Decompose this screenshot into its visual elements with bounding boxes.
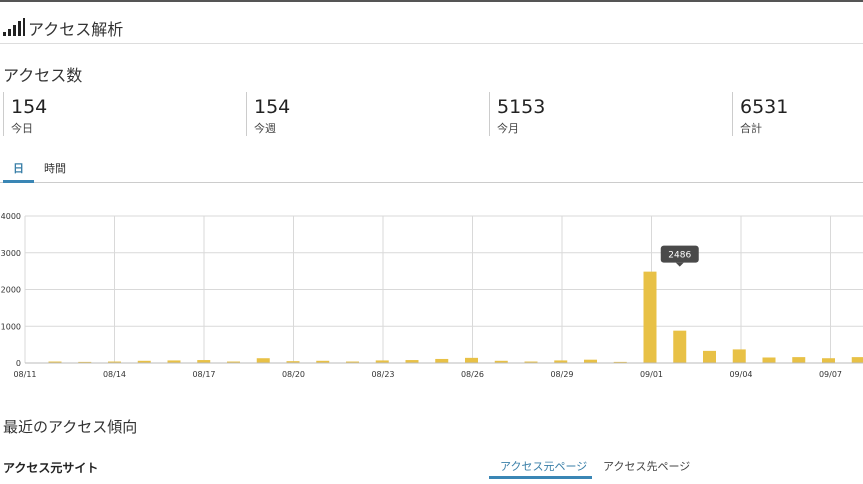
bar-09/04 <box>762 357 776 363</box>
x-tick-label: 08/20 <box>282 370 305 379</box>
stat-month-value: 5153 <box>497 96 546 118</box>
y-tick-label: 4000 <box>1 212 21 221</box>
access-stats: 154 今日 154 今週 5153 今月 6531 合計 <box>0 92 863 136</box>
tooltip-pointer <box>675 262 684 267</box>
stat-total: 6531 合計 <box>732 92 862 136</box>
x-tick-label: 08/26 <box>461 370 484 379</box>
source-site-label: アクセス元サイト <box>3 461 99 475</box>
stat-today-label: 今日 <box>11 122 33 135</box>
page-title: アクセス解析 <box>28 20 124 39</box>
bar-09/07 <box>851 357 863 363</box>
tab-destination-page[interactable]: アクセス先ページ <box>603 458 690 474</box>
bar-09/01 <box>673 330 687 363</box>
tab-active-indicator <box>3 180 34 183</box>
stat-total-label: 合計 <box>740 122 762 135</box>
trend-tab-active-indicator <box>489 476 592 479</box>
bar-09/03 <box>732 349 746 363</box>
y-tick-label: 3000 <box>1 249 21 258</box>
trend-title: 最近のアクセス傾向 <box>3 418 138 436</box>
stat-today: 154 今日 <box>3 92 243 136</box>
bar-08/24 <box>435 358 449 363</box>
access-count-title: アクセス数 <box>3 66 83 85</box>
range-tabs: 日 時間 <box>0 152 863 183</box>
x-tick-label: 08/29 <box>550 370 573 379</box>
stat-total-value: 6531 <box>740 96 789 118</box>
bar-08/25 <box>465 357 478 363</box>
stat-month-label: 今月 <box>497 122 519 135</box>
access-chart: 0 1000 2000 3000 4000 08/11 08/14 08/17 08/20 08/… <box>0 205 863 385</box>
stat-week-label: 今週 <box>254 122 276 135</box>
y-tick-label: 0 <box>16 359 21 368</box>
x-tick-label: 09/01 <box>640 370 663 379</box>
tab-hour[interactable]: 時間 <box>44 160 66 176</box>
access-bar-chart: 0 1000 2000 3000 4000 08/11 08/14 08/17 08/20 08/… <box>1 212 863 379</box>
x-tick-label: 08/11 <box>13 370 36 379</box>
signal-bars-icon <box>3 18 25 36</box>
bar-09/06 <box>822 358 835 363</box>
stat-week-value: 154 <box>254 96 291 118</box>
tooltip-value: 2486 <box>668 251 691 261</box>
bar-08/18 <box>256 358 270 363</box>
x-tick-label: 08/23 <box>371 370 394 379</box>
y-tick-label: 1000 <box>1 322 21 331</box>
stat-today-value: 154 <box>11 96 48 118</box>
tab-day[interactable]: 日 <box>13 160 24 176</box>
x-tick-label: 08/14 <box>103 370 126 379</box>
x-tick-label: 09/04 <box>729 370 752 379</box>
stat-week: 154 今週 <box>246 92 486 136</box>
tab-source-page[interactable]: アクセス元ページ <box>500 458 587 474</box>
top-border <box>0 0 863 5</box>
bar-09/05 <box>792 357 806 363</box>
trend-tabs: アクセス元ページ アクセス先ページ <box>489 450 863 480</box>
x-tick-label: 08/17 <box>192 370 215 379</box>
bar-08/31 <box>643 271 657 363</box>
x-tick-label: 09/07 <box>819 370 842 379</box>
stat-month: 5153 今月 <box>489 92 729 136</box>
y-tick-label: 2000 <box>1 286 21 295</box>
bar-09/02 <box>703 350 716 363</box>
page-header: アクセス解析 <box>0 10 863 44</box>
